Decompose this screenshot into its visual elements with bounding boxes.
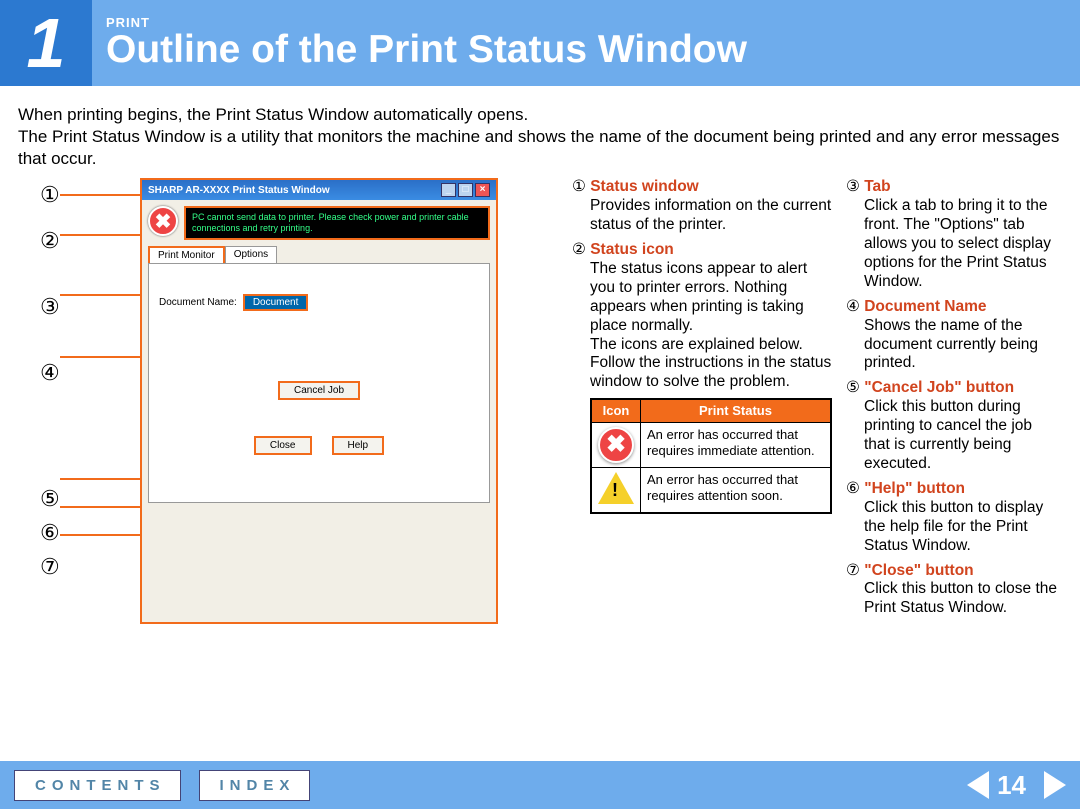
figure-column: ① ② ③ ④ ⑤ ⑥ ⑦ SHARP AR-XXXX Print Status… bbox=[18, 178, 558, 624]
item-desc-5: Click this button during printing to can… bbox=[864, 398, 1062, 474]
maximize-icon[interactable]: □ bbox=[458, 183, 473, 197]
item-desc-7: Click this button to close the Print Sta… bbox=[864, 580, 1062, 618]
item-desc-3: Click a tab to bring it to the front. Th… bbox=[864, 197, 1062, 292]
item-title-7: "Close" button bbox=[864, 562, 973, 579]
prev-page-arrow-icon[interactable] bbox=[967, 771, 989, 799]
icon-row1-desc: An error has occurred that requires imme… bbox=[641, 423, 832, 468]
page-header: 1 PRINT Outline of the Print Status Wind… bbox=[0, 0, 1080, 86]
cancel-job-button[interactable]: Cancel Job bbox=[278, 381, 360, 400]
callout-2: ② bbox=[40, 230, 60, 252]
screenshot-frame: SHARP AR-XXXX Print Status Window _ □ × … bbox=[140, 178, 498, 624]
item-desc-2: The status icons appear to alert you to … bbox=[590, 260, 832, 392]
window-titlebar: SHARP AR-XXXX Print Status Window _ □ × bbox=[142, 180, 496, 200]
item-title-5: "Cancel Job" button bbox=[864, 379, 1014, 396]
status-panel: ✖ PC cannot send data to printer. Please… bbox=[148, 206, 490, 240]
callout-6: ⑥ bbox=[40, 522, 60, 544]
item-desc-4: Shows the name of the document currently… bbox=[864, 317, 1062, 374]
header-text: PRINT Outline of the Print Status Window bbox=[92, 15, 747, 72]
tab-print-monitor[interactable]: Print Monitor bbox=[148, 246, 225, 263]
item-title-1: Status window bbox=[590, 178, 699, 195]
item-title-6: "Help" button bbox=[864, 480, 965, 497]
callout-3: ③ bbox=[40, 296, 60, 318]
tab-options[interactable]: Options bbox=[225, 246, 277, 263]
callout-5: ⑤ bbox=[40, 488, 60, 510]
help-button[interactable]: Help bbox=[332, 436, 385, 455]
icon-row2-desc: An error has occurred that requires atte… bbox=[641, 468, 832, 513]
callout-4: ④ bbox=[40, 362, 60, 384]
description-column-1: ① Status window Provides information on … bbox=[572, 178, 832, 514]
page-footer: CONTENTS INDEX 14 bbox=[0, 761, 1080, 809]
page-number: 14 bbox=[997, 770, 1026, 801]
th-status: Print Status bbox=[641, 399, 832, 422]
minimize-icon[interactable]: _ bbox=[441, 183, 456, 197]
window-title: SHARP AR-XXXX Print Status Window bbox=[148, 185, 330, 196]
status-message: PC cannot send data to printer. Please c… bbox=[184, 206, 490, 240]
chapter-number: 1 bbox=[0, 0, 92, 86]
item-title-3: Tab bbox=[864, 178, 890, 195]
next-page-arrow-icon[interactable] bbox=[1044, 771, 1066, 799]
error-large-icon: ✖ bbox=[598, 427, 634, 463]
warning-large-icon bbox=[598, 472, 634, 504]
close-button[interactable]: Close bbox=[254, 436, 312, 455]
tab-content: Document Name: Document Cancel Job Close… bbox=[148, 263, 490, 503]
description-column-2: ③ Tab Click a tab to bring it to the fro… bbox=[846, 178, 1062, 624]
callout-1: ① bbox=[40, 184, 60, 206]
page-title: Outline of the Print Status Window bbox=[106, 28, 747, 72]
callout-numbers: ① ② ③ ④ ⑤ ⑥ ⑦ bbox=[40, 184, 60, 578]
item-desc-6: Click this button to display the help fi… bbox=[864, 499, 1062, 556]
document-name-value: Document bbox=[243, 294, 309, 311]
index-button[interactable]: INDEX bbox=[199, 770, 311, 801]
icon-table: Icon Print Status ✖ An error has occurre… bbox=[590, 398, 832, 514]
th-icon: Icon bbox=[591, 399, 641, 422]
contents-button[interactable]: CONTENTS bbox=[14, 770, 181, 801]
close-icon[interactable]: × bbox=[475, 183, 490, 197]
intro-paragraph: When printing begins, the Print Status W… bbox=[18, 104, 1062, 170]
item-desc-1: Provides information on the current stat… bbox=[590, 197, 832, 235]
tab-strip: Print Monitor Options bbox=[148, 246, 496, 263]
document-name-label: Document Name: bbox=[159, 297, 237, 308]
callout-7: ⑦ bbox=[40, 556, 60, 578]
item-title-2: Status icon bbox=[590, 241, 674, 258]
item-title-4: Document Name bbox=[864, 298, 986, 315]
error-icon: ✖ bbox=[148, 206, 178, 236]
